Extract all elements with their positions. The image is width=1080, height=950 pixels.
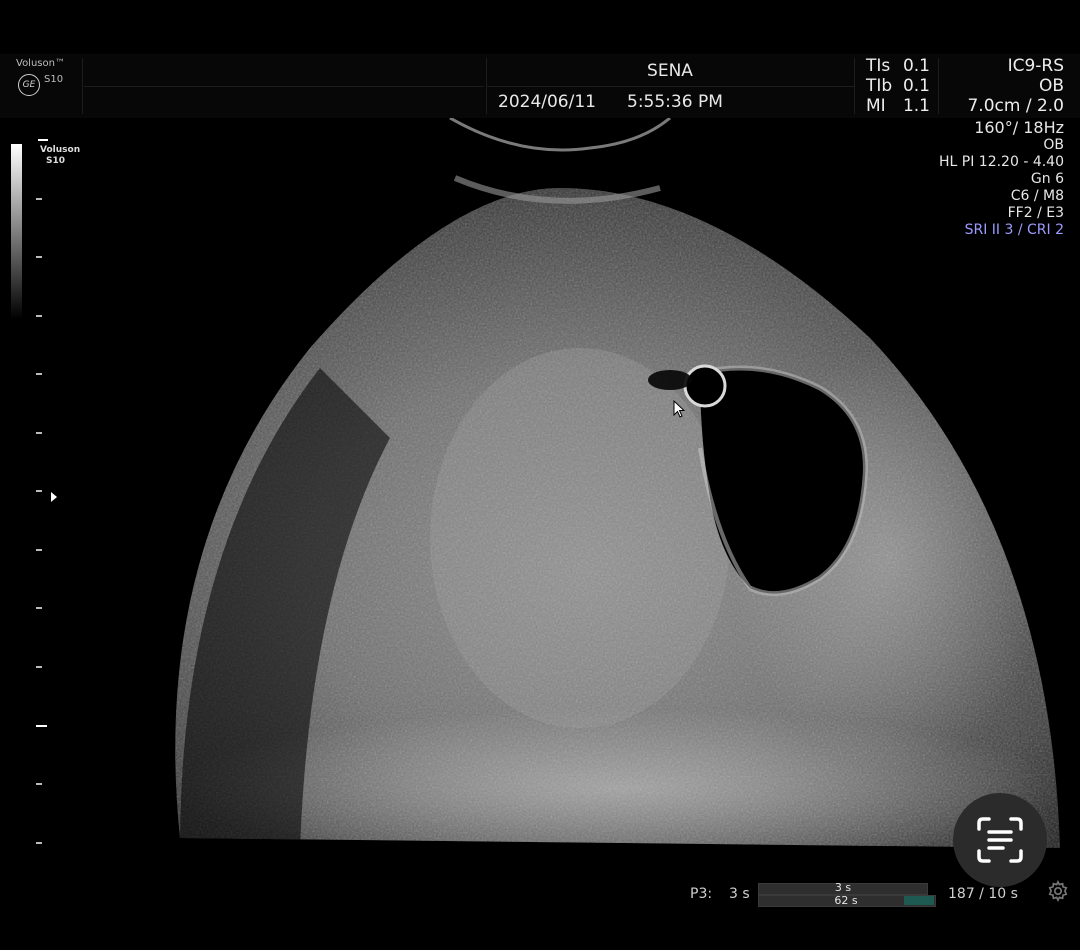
voluson-logo: Voluson™ GE S10	[14, 58, 80, 106]
depth-tick	[36, 666, 42, 668]
grayscale-cap	[38, 139, 48, 141]
probe-name: IC9-RS	[1007, 56, 1064, 76]
thermal-index-panel: TIs 0.1 TIb 0.1 MI 1.1	[866, 56, 930, 116]
scan-text-icon	[977, 817, 1023, 863]
cine-preset-label: P3:	[690, 886, 713, 902]
depth-tick	[36, 256, 42, 258]
arrow-cursor-icon	[673, 400, 685, 418]
grayscale-bar	[11, 144, 22, 319]
exam-time: 5:55:36 PM	[627, 92, 723, 112]
probe-preset: OB	[1038, 76, 1064, 96]
cine-track-top-value: 3 s	[834, 881, 852, 894]
brand-label: Voluson™	[16, 58, 65, 69]
header-divider	[84, 86, 484, 87]
focus-marker-icon[interactable]	[51, 492, 57, 502]
thermal-row-tib: TIb 0.1	[866, 76, 930, 96]
patient-name: SENA	[647, 61, 693, 81]
scan-text-button[interactable]	[953, 793, 1047, 887]
ultrasound-image[interactable]	[60, 118, 1070, 848]
depth-tick	[36, 198, 42, 200]
depth-tick	[36, 373, 42, 375]
cine-frame-count: 187 / 10 s	[948, 886, 1018, 902]
cine-time-label: 3 s	[729, 886, 750, 902]
thermal-row-tis: TIs 0.1	[866, 56, 930, 76]
thermal-row-mi: MI 1.1	[866, 96, 930, 116]
depth-tick	[36, 432, 42, 434]
ge-logo-icon: GE	[18, 74, 40, 96]
depth-tick	[36, 549, 42, 551]
depth-tick	[36, 607, 42, 609]
header-divider	[938, 58, 939, 114]
cine-track-bottom-value: 62 s	[834, 894, 858, 907]
model-label: S10	[44, 74, 64, 85]
depth-tick	[36, 783, 42, 785]
gear-icon[interactable]	[1047, 880, 1069, 902]
cine-slider[interactable]: 3 s 62 s	[758, 881, 936, 907]
exam-date: 2024/06/11	[498, 92, 596, 112]
header-divider	[854, 58, 855, 114]
depth-tick	[36, 315, 42, 317]
depth-tick	[36, 842, 42, 844]
probe-depth: 7.0cm / 2.0	[967, 96, 1064, 116]
probe-info: IC9-RS OB 7.0cm / 2.0	[967, 56, 1064, 116]
depth-tick	[36, 490, 42, 492]
header-divider	[82, 58, 83, 114]
header-divider	[486, 86, 854, 87]
depth-tick-major	[36, 725, 47, 727]
